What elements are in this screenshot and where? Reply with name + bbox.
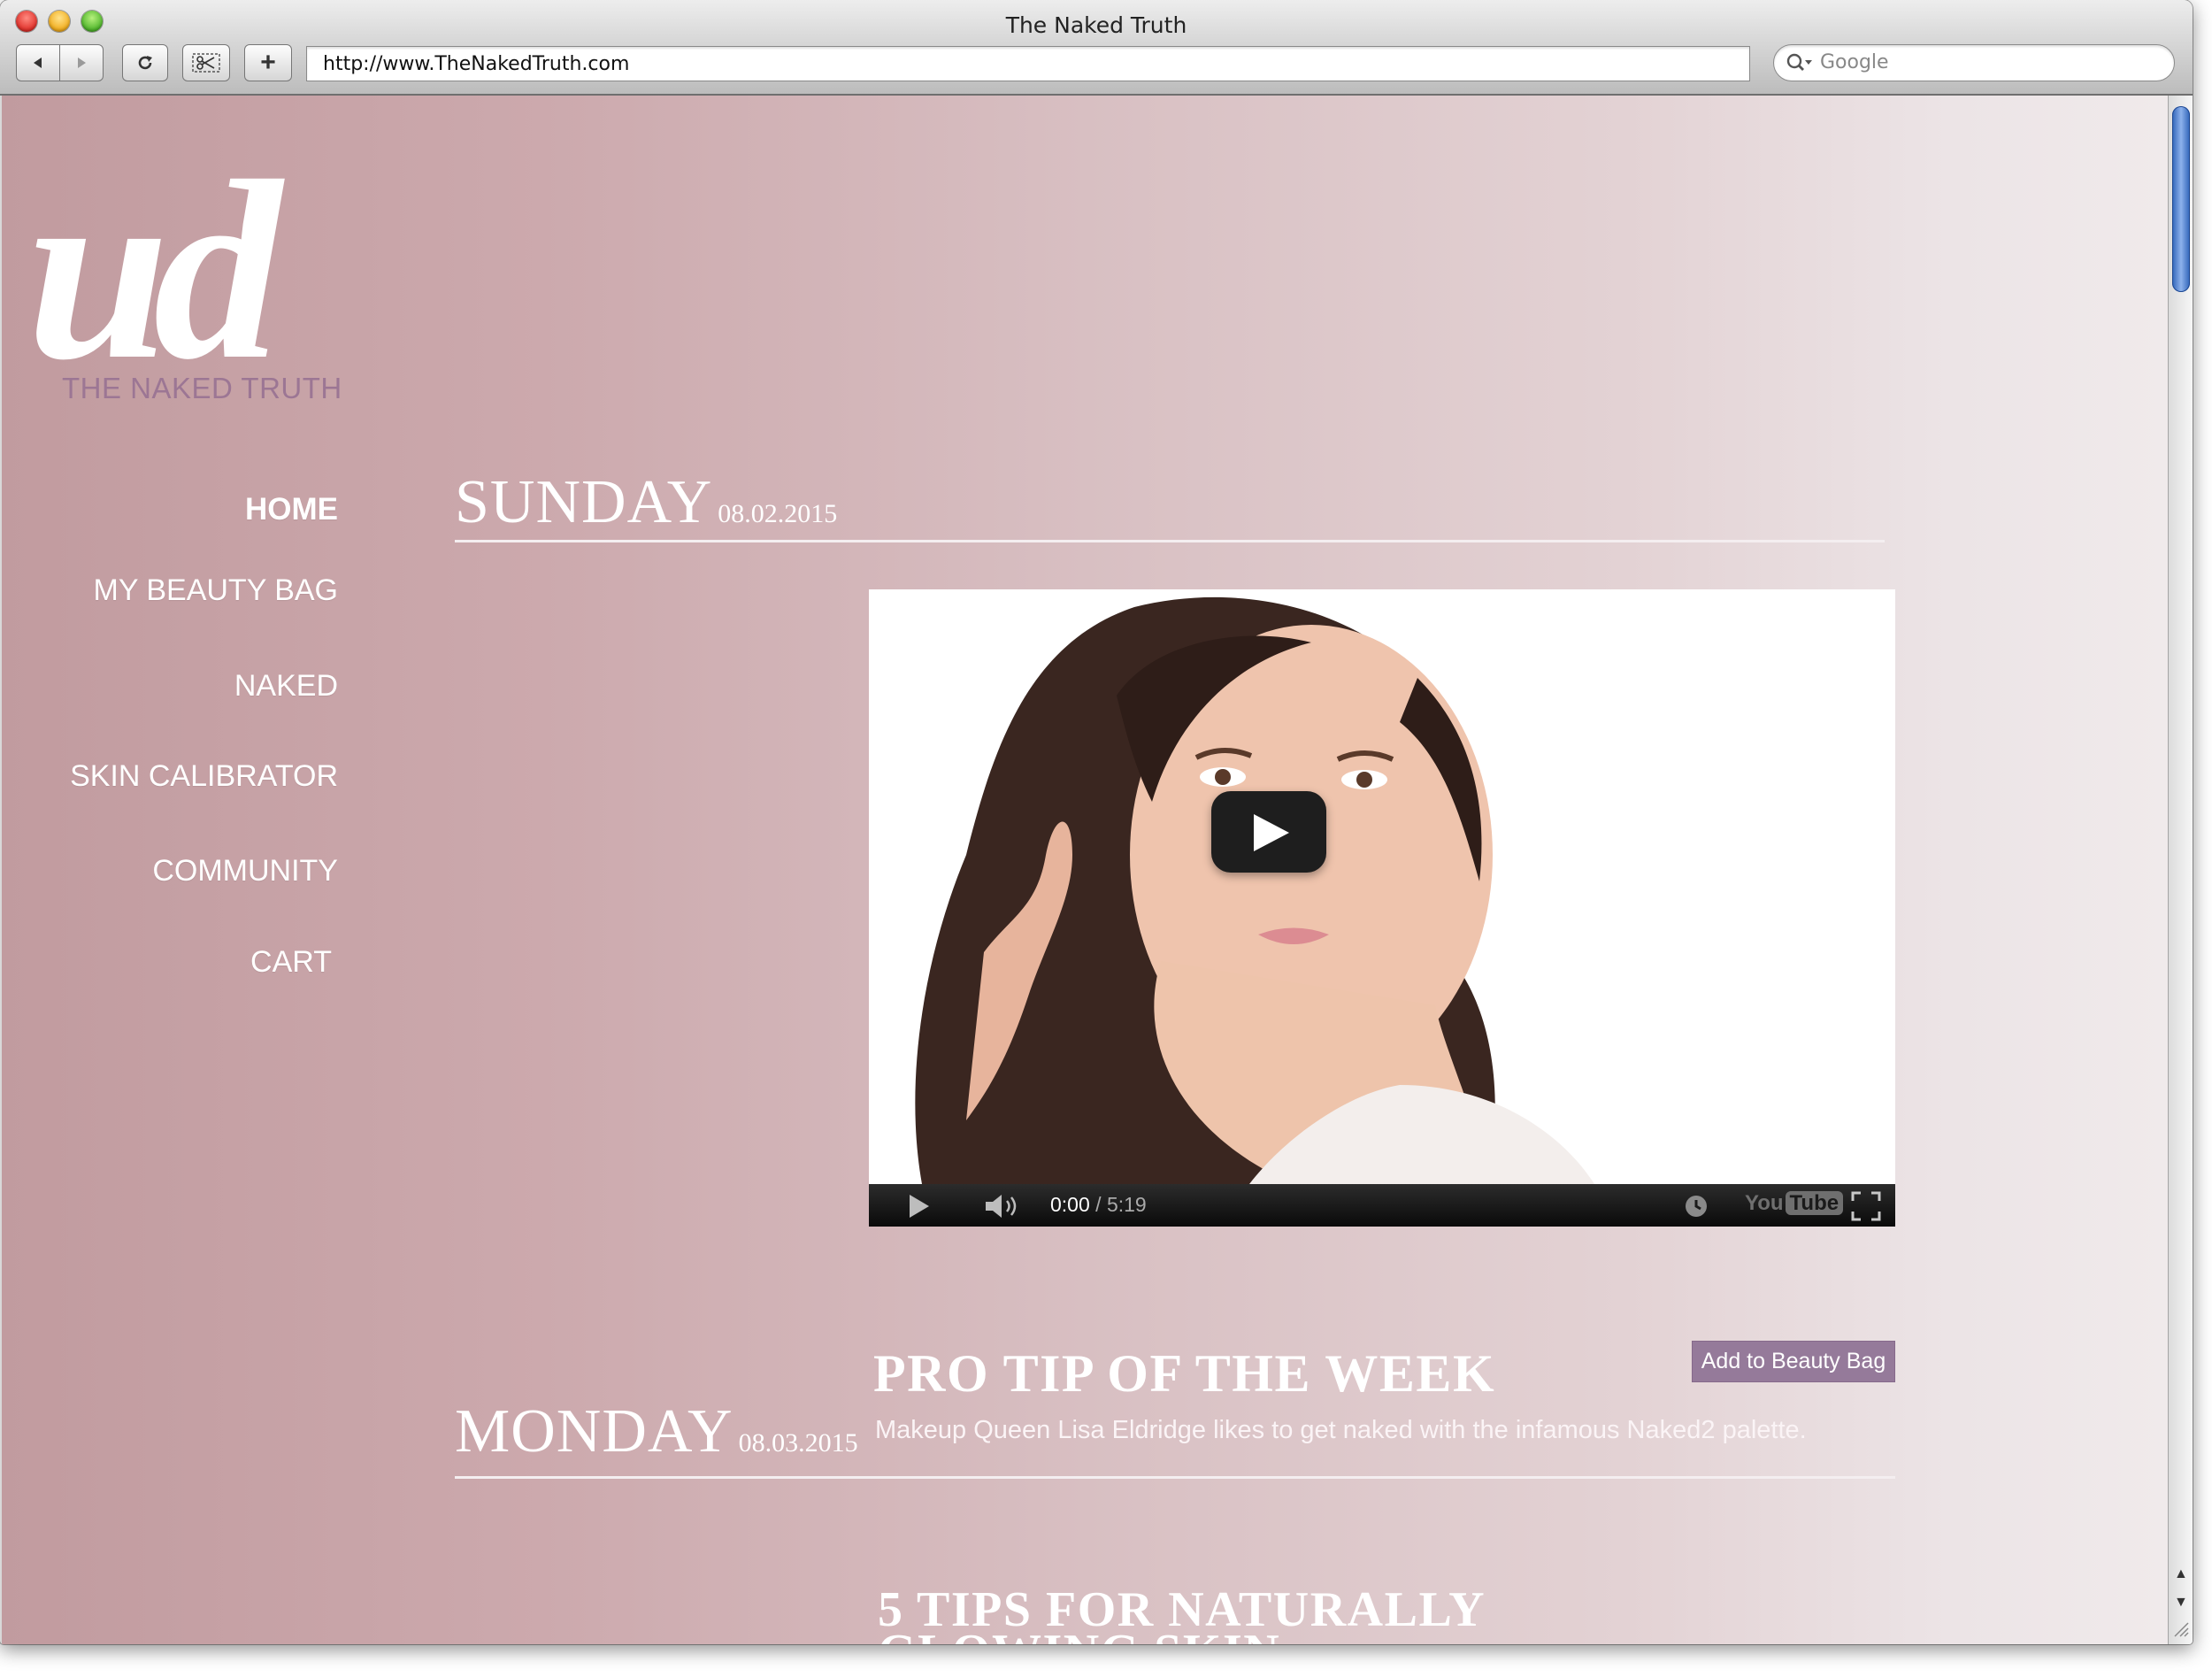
address-bar[interactable]: http://www.TheNakedTruth.com [306,46,1750,81]
window-title: The Naked Truth [1005,12,1187,38]
address-url: http://www.TheNakedTruth.com [323,53,630,75]
nav-skin-calibrator[interactable]: SKIN CALIBRATOR [70,759,338,794]
search-input[interactable]: Google [1773,44,2175,81]
post-title[interactable]: 5 TIPS FOR NATURALLY GLOWING SKIN [878,1585,1486,1644]
vertical-scrollbar[interactable]: ▲ ▼ [2168,96,2193,1644]
page-content: ud THE NAKED TRUTH HOME MY BEAUTY BAG NA… [2,96,2168,1644]
back-arrow-icon [34,58,42,68]
add-to-beauty-bag-button[interactable]: Add to Beauty Bag [1692,1341,1895,1382]
browser-window: The Naked Truth + http://www.TheNakedTru… [0,0,2193,1644]
post-description: Makeup Queen Lisa Eldridge likes to get … [875,1416,1807,1444]
nav-cart[interactable]: CART [250,945,332,980]
nav-my-beauty-bag[interactable]: MY BEAUTY BAG [94,573,339,608]
search-icon [1786,53,1812,71]
duration: 5:19 [1106,1193,1147,1216]
video-time: 0:00 / 5:19 [1050,1193,1147,1217]
add-bookmark-button[interactable]: + [244,44,292,81]
day-name: SUNDAY [455,468,713,536]
scroll-down-arrow-icon[interactable]: ▼ [2174,1595,2188,1611]
forward-arrow-icon [78,58,86,68]
forward-button[interactable] [59,44,104,81]
time-separator: / [1095,1193,1102,1216]
current-time: 0:00 [1050,1193,1090,1216]
browser-toolbar: The Naked Truth + http://www.TheNakedTru… [0,0,2193,96]
reload-button[interactable] [122,44,168,81]
day-date: 08.02.2015 [718,499,838,528]
scroll-up-arrow-icon[interactable]: ▲ [2174,1566,2188,1582]
play-video-button[interactable] [1211,791,1326,873]
control-play-icon[interactable] [908,1193,931,1219]
divider [455,540,1885,542]
search-placeholder: Google [1820,51,1889,73]
day-name: MONDAY [455,1397,733,1465]
youtube-logo-tube: Tube [1785,1191,1844,1215]
scrollbar-thumb[interactable] [2172,106,2190,292]
play-icon [1254,814,1289,851]
nav-community[interactable]: COMMUNITY [152,854,338,889]
snippet-button[interactable] [182,44,230,81]
back-button[interactable] [16,44,60,81]
reload-icon [138,56,152,70]
volume-icon[interactable] [984,1193,1023,1219]
post-title[interactable]: PRO TIP OF THE WEEK [873,1343,1495,1404]
day-date: 08.03.2015 [738,1428,858,1458]
post-day-heading: MONDAY 08.03.2015 [455,1396,858,1467]
scissors-icon [192,53,220,73]
nav-naked[interactable]: NAKED [234,669,338,704]
brand-tagline: THE NAKED TRUTH [62,372,342,404]
youtube-logo[interactable]: You Tube [1745,1191,1844,1216]
youtube-logo-you: You [1745,1191,1784,1215]
watch-later-icon[interactable] [1683,1193,1709,1219]
fullscreen-icon[interactable] [1851,1191,1881,1221]
video-player[interactable]: 0:00 / 5:19 You Tube [869,589,1895,1227]
divider [455,1476,1895,1479]
post-day-heading: SUNDAY 08.02.2015 [455,467,837,538]
nav-home[interactable]: HOME [245,492,338,527]
video-controls: 0:00 / 5:19 You Tube [869,1184,1895,1227]
video-thumbnail[interactable] [869,589,1895,1184]
resize-grip-icon[interactable] [2171,1619,2189,1637]
plus-icon: + [260,48,276,77]
